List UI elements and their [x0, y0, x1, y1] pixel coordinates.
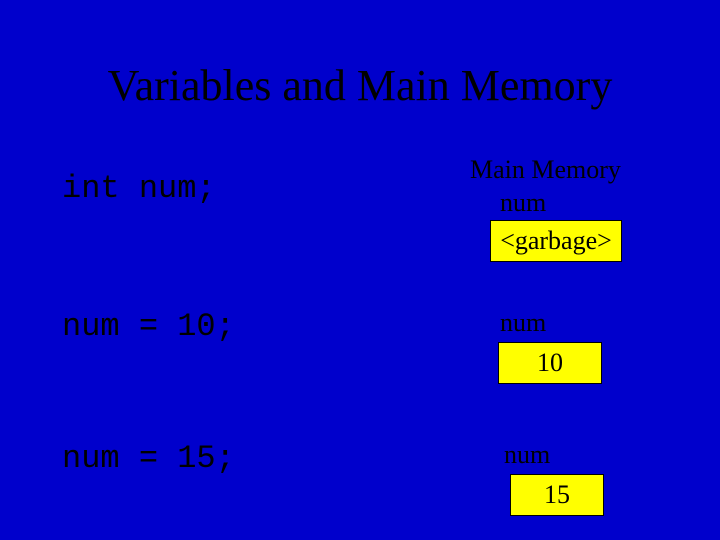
memory-box-10: 10 [498, 342, 602, 384]
code-line-assign-15: num = 15; [62, 440, 235, 477]
code-line-assign-10: num = 10; [62, 308, 235, 345]
memory-header: Main Memory [470, 155, 621, 185]
memory-box-15: 15 [510, 474, 604, 516]
variable-label-2: num [500, 308, 546, 338]
variable-label-1: num [500, 188, 546, 218]
memory-box-garbage: <garbage> [490, 220, 622, 262]
code-line-declare: int num; [62, 170, 216, 207]
variable-label-3: num [504, 440, 550, 470]
slide-stage: Variables and Main Memory int num; num =… [0, 0, 720, 540]
slide-title: Variables and Main Memory [0, 60, 720, 111]
